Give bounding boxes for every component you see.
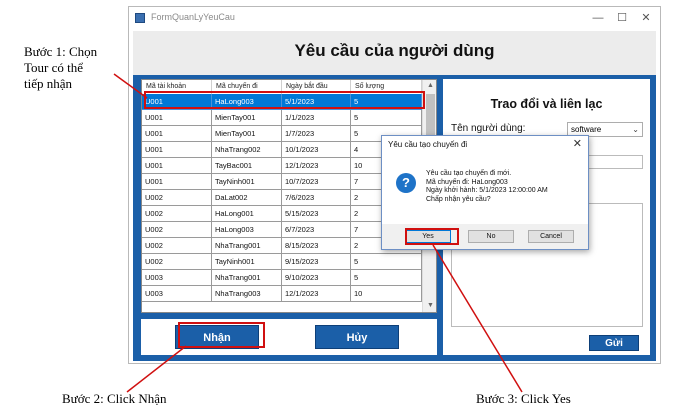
pointer-lines [113,73,523,393]
pointer-line-step3 [432,244,523,393]
pointer-line-step2 [126,345,187,393]
pointer-line-step1 [113,73,148,99]
